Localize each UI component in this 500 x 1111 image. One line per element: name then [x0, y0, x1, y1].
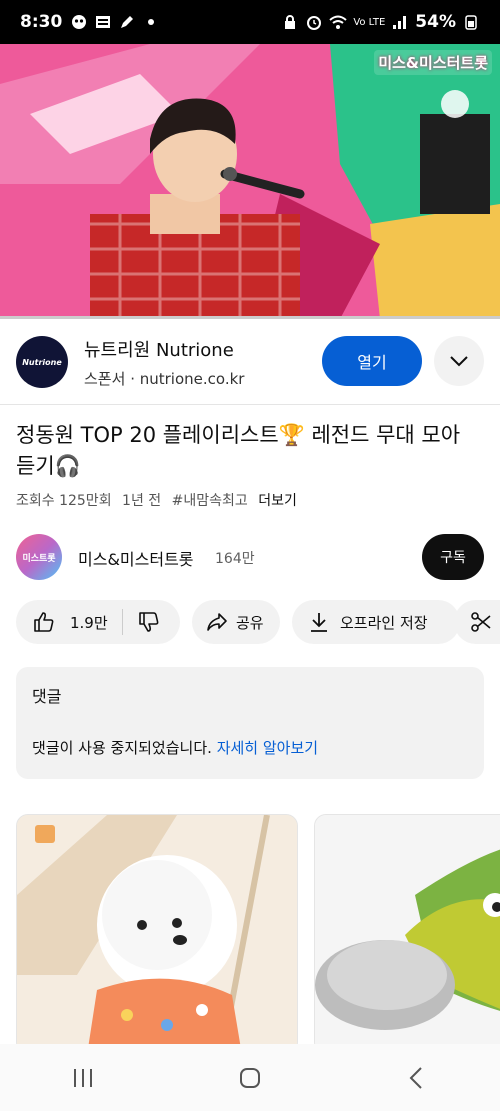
recommended-video-card-2[interactable]	[314, 814, 500, 1054]
download-icon	[311, 613, 327, 632]
upload-age: 1년 전	[122, 493, 162, 509]
notification-icons	[70, 14, 160, 30]
back-button[interactable]	[387, 1048, 447, 1108]
sponsor-label: 스폰서	[84, 369, 126, 388]
share-button[interactable]: 공유	[192, 600, 280, 644]
home-icon	[239, 1067, 260, 1088]
share-icon	[207, 613, 227, 631]
download-button[interactable]: 오프라인 저장	[292, 600, 460, 644]
divider	[0, 404, 500, 405]
like-dislike-chip: 1.9만	[16, 600, 180, 644]
dot-icon	[148, 19, 155, 25]
sponsor-separator: ·	[130, 369, 135, 388]
home-button[interactable]	[220, 1048, 280, 1108]
grid-notification-icon	[96, 16, 111, 28]
like-count[interactable]: 1.9만	[70, 612, 108, 633]
comments-disabled-text: 댓글이 사용 중지되었습니다.	[32, 739, 212, 757]
battery-percent: 54%	[415, 12, 456, 32]
sponsor-name: 뉴트리원 Nutrione	[84, 339, 234, 361]
recents-icon	[74, 1068, 93, 1087]
video-frame	[0, 44, 500, 319]
sponsor-logo[interactable]: Nutrione	[16, 336, 68, 388]
comments-disabled-message: 댓글이 사용 중지되었습니다. 자세히 알아보기	[32, 737, 468, 758]
recommended-thumbnail	[17, 815, 297, 1053]
network-type: Vo LTE	[353, 16, 386, 28]
wifi-icon	[329, 15, 347, 29]
recommended-thumbnail-2	[315, 815, 500, 1053]
recommended-video-card[interactable]	[16, 814, 298, 1054]
back-icon	[409, 1066, 422, 1089]
sponsor-expand-button[interactable]	[434, 336, 484, 386]
battery-icon	[465, 15, 477, 30]
channel-name[interactable]: 미스&미스터트롯	[78, 546, 194, 570]
comments-panel[interactable]: 댓글 댓글이 사용 중지되었습니다. 자세히 알아보기	[16, 667, 484, 779]
video-meta[interactable]: 조회수 125만회 1년 전 #내맘속최고 더보기	[16, 490, 303, 510]
app-notification-icon	[72, 15, 87, 29]
subscriber-count: 164만	[215, 551, 255, 567]
channel-avatar[interactable]: 미스트롯	[16, 534, 62, 580]
dislike-icon[interactable]	[137, 610, 161, 634]
sponsor-text: 뉴트리원 Nutrione 스폰서 · nutrione.co.kr	[84, 336, 244, 389]
like-separator	[121, 609, 123, 635]
hashtag[interactable]: #내맘속최고	[172, 493, 248, 509]
status-bar: 8:30 Vo LTE 54%	[0, 0, 500, 44]
download-label: 오프라인 저장	[340, 613, 428, 632]
like-icon[interactable]	[32, 610, 56, 634]
status-right: Vo LTE 54%	[281, 12, 480, 32]
sponsor-meta: 스폰서 · nutrione.co.kr	[84, 368, 244, 389]
video-player[interactable]: 미스&미스터트롯	[0, 44, 500, 319]
system-nav-bar	[0, 1044, 500, 1111]
learn-more-link[interactable]: 자세히 알아보기	[217, 739, 318, 757]
channel-row[interactable]: 미스트롯 미스&미스터트롯 164만 구독	[0, 532, 500, 584]
video-title[interactable]: 정동원 TOP 20 플레이리스트🏆 레전드 무대 모아듣기🎧	[16, 420, 476, 482]
action-bar: 1.9만 공유 오프라인 저장	[16, 600, 500, 644]
signal-icon	[393, 16, 407, 29]
more-button[interactable]: 더보기	[258, 493, 297, 509]
lock-icon	[285, 15, 296, 29]
comments-title: 댓글	[32, 687, 62, 706]
sponsor-open-button[interactable]: 열기	[322, 336, 422, 386]
sponsor-banner[interactable]: Nutrione 뉴트리원 Nutrione 스폰서 · nutrione.co…	[0, 322, 500, 402]
scissors-icon	[471, 612, 491, 632]
share-label: 공유	[236, 613, 264, 632]
video-progress-bar[interactable]	[0, 316, 500, 319]
subscribe-button[interactable]: 구독	[422, 534, 484, 580]
alarm-icon	[307, 16, 322, 30]
chevron-down-icon	[450, 356, 468, 367]
status-time: 8:30	[20, 12, 63, 32]
sponsor-url: nutrione.co.kr	[139, 369, 245, 388]
view-count: 조회수 125만회	[16, 493, 112, 509]
recents-button[interactable]	[53, 1048, 113, 1108]
edit-notification-icon	[121, 16, 134, 28]
clip-button[interactable]	[454, 600, 500, 644]
channel-watermark: 미스&미스터트롯	[374, 50, 492, 75]
